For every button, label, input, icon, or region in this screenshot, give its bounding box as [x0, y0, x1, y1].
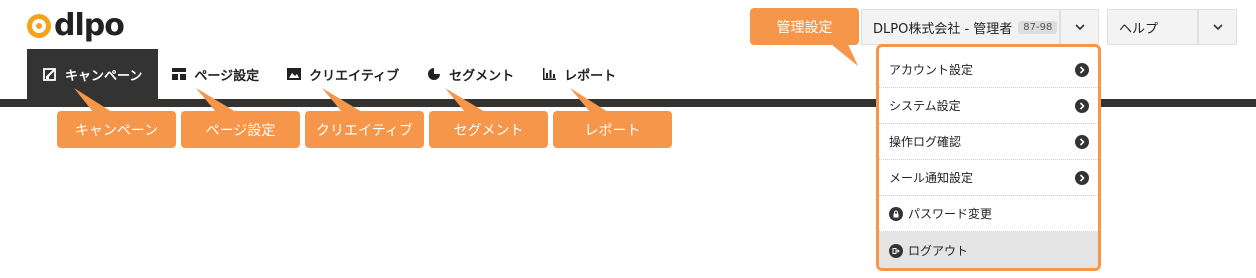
callout-campaign: キャンペーン	[57, 111, 176, 148]
nav-item-creative[interactable]: クリエイティブ	[273, 49, 413, 99]
image-icon	[287, 67, 302, 81]
menu-item-label: 操作ログ確認	[889, 135, 962, 149]
chevron-down-icon	[1074, 24, 1085, 31]
nav-item-report[interactable]: レポート	[528, 49, 630, 99]
menu-item-mail-notification[interactable]: メール通知設定	[879, 160, 1098, 196]
callout-admin-settings: 管理設定	[750, 8, 859, 45]
help-dropdown-toggle[interactable]	[1198, 9, 1237, 45]
nav-item-label: セグメント	[449, 68, 515, 84]
bar-chart-icon	[542, 67, 557, 81]
menu-item-system-settings[interactable]: システム設定	[879, 88, 1098, 124]
nav-item-campaign[interactable]: キャンペーン	[27, 49, 159, 99]
admin-dropdown-menu: アカウント設定 システム設定 操作ログ確認 メール通知設定 パスワード変更 ログ…	[876, 44, 1101, 271]
lock-icon	[889, 206, 903, 221]
chevron-right-circle-icon	[1075, 62, 1089, 77]
callout-segment: セグメント	[429, 111, 548, 148]
layout-icon	[172, 67, 187, 81]
nav-item-segment[interactable]: セグメント	[413, 49, 528, 99]
nav-item-label: レポート	[564, 68, 617, 84]
nav-item-label: キャンペーン	[65, 68, 143, 84]
company-dropdown-toggle[interactable]	[1060, 9, 1099, 45]
chevron-down-icon	[1212, 24, 1223, 31]
chevron-right-circle-icon	[1075, 170, 1089, 185]
dlpo-logo[interactable]: dlpo	[27, 8, 125, 43]
menu-item-account-settings[interactable]: アカウント設定	[879, 52, 1098, 88]
logout-icon	[889, 243, 903, 258]
logo-mark-icon	[27, 14, 51, 38]
menu-item-label: パスワード変更	[908, 207, 993, 221]
nav-item-label: クリエイティブ	[309, 68, 400, 84]
menu-item-operation-log[interactable]: 操作ログ確認	[879, 124, 1098, 160]
nav-item-label: ページ設定	[194, 68, 260, 84]
company-account-button[interactable]: DLPO株式会社 - 管理者 87-98	[861, 9, 1060, 45]
menu-item-change-password[interactable]: パスワード変更	[879, 196, 1098, 232]
help-button[interactable]: ヘルプ	[1107, 9, 1198, 45]
logo-text: dlpo	[54, 8, 125, 43]
callout-creative: クリエイティブ	[305, 111, 424, 148]
nav-item-page-settings[interactable]: ページ設定	[158, 49, 273, 99]
callout-report: レポート	[553, 111, 672, 148]
menu-item-label: アカウント設定	[889, 63, 974, 77]
campaign-edit-icon	[43, 67, 57, 81]
callout-page-settings: ページ設定	[181, 111, 300, 148]
company-label: DLPO株式会社 - 管理者	[873, 21, 1013, 37]
chevron-right-circle-icon	[1075, 134, 1089, 149]
menu-item-label: ログアウト	[908, 244, 969, 258]
pie-chart-icon	[427, 67, 441, 81]
help-label: ヘルプ	[1119, 21, 1159, 37]
menu-item-label: システム設定	[889, 99, 961, 113]
menu-item-logout[interactable]: ログアウト	[879, 232, 1098, 268]
menu-item-label: メール通知設定	[889, 171, 974, 185]
chevron-right-circle-icon	[1075, 98, 1089, 113]
company-badge: 87-98	[1018, 20, 1058, 34]
main-nav: キャンペーン ページ設定 クリエイティブ セグメント レポート	[27, 49, 630, 99]
